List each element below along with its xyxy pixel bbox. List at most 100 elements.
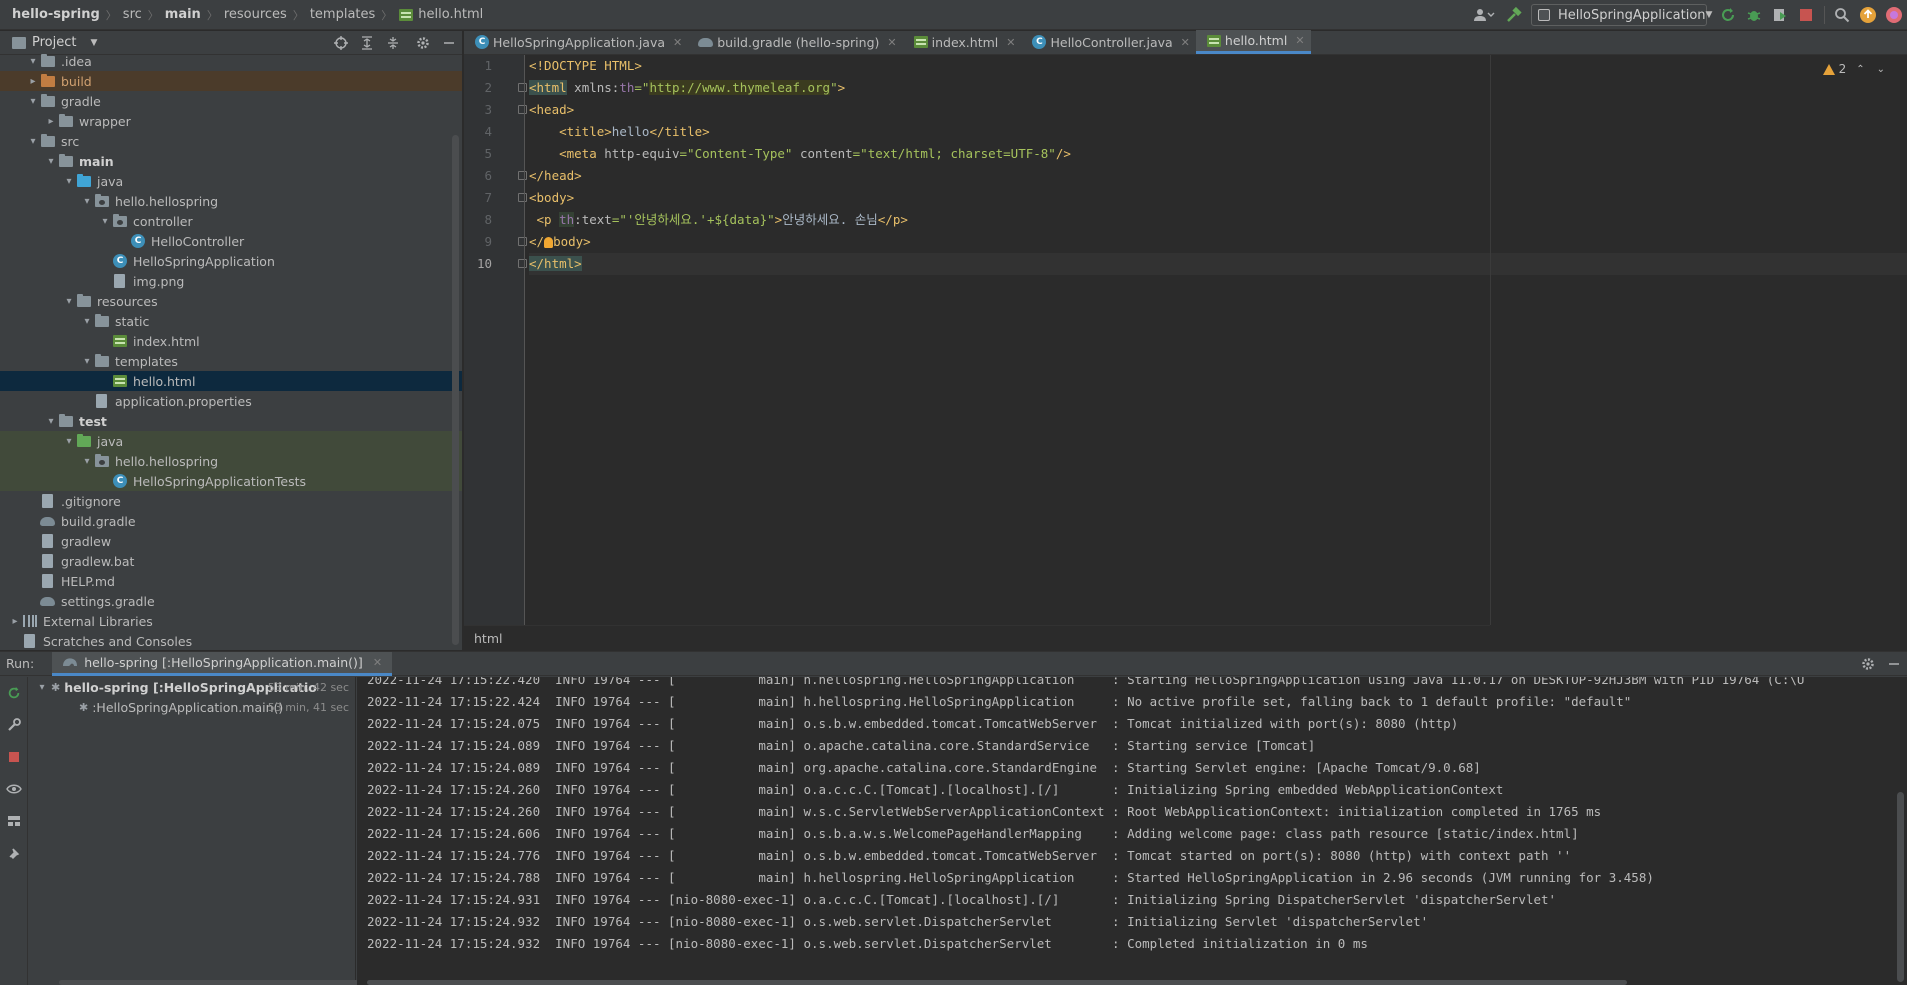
editor-tab[interactable]: index.html ✕ (903, 30, 1022, 54)
tree-item[interactable]: ▸ External Libraries (0, 611, 462, 631)
code-line[interactable]: <head> (529, 99, 574, 121)
tree-item[interactable]: ▾ hello.hellospring (0, 191, 462, 211)
tree-item[interactable]: HELP.md (0, 571, 462, 591)
code-line[interactable]: <html xmlns:th="http://www.thymeleaf.org… (529, 77, 845, 99)
code-line[interactable]: </head> (529, 165, 582, 187)
gear-icon[interactable] (1855, 652, 1881, 676)
code-line[interactable]: </html> (529, 253, 1907, 275)
tree-item[interactable]: ▾ src (0, 131, 462, 151)
tree-item[interactable]: C HelloSpringApplicationTests (0, 471, 462, 491)
code-line[interactable]: <p th:text="'안녕하세요.'+${data}">안녕하세요. 손님<… (529, 209, 908, 231)
tree-item[interactable]: C HelloController (0, 231, 462, 251)
editor-tab[interactable]: C HelloSpringApplication.java ✕ (464, 30, 688, 54)
tree-item[interactable]: ▸ build (0, 71, 462, 91)
tree-item[interactable]: ▾ resources (0, 291, 462, 311)
console-output[interactable]: 2022-11-24 17:15:22.420 INFO 19764 --- [… (357, 677, 1907, 985)
tree-item[interactable]: application.properties (0, 391, 462, 411)
tree-item[interactable]: gradlew.bat (0, 551, 462, 571)
fold-marker-icon[interactable] (518, 171, 527, 180)
close-icon[interactable]: ✕ (887, 36, 896, 49)
update-icon[interactable] (1855, 2, 1881, 28)
code-content[interactable]: <!DOCTYPE HTML> <html xmlns:th="http://ww… (529, 55, 1907, 625)
editor-tab[interactable]: build.gradle (hello-spring) ✕ (688, 30, 902, 54)
chevron-down-icon[interactable]: ▾ (62, 176, 76, 187)
stop-icon[interactable] (0, 741, 28, 773)
close-icon[interactable]: ✕ (373, 656, 382, 669)
chevron-down-icon[interactable]: ▾ (80, 456, 94, 467)
editor-breadcrumb[interactable]: html (464, 625, 1490, 650)
chevron-down-icon[interactable]: ▾ (80, 196, 94, 207)
chevron-down-icon[interactable]: ▾ (35, 682, 49, 693)
tree-item[interactable]: .gitignore (0, 491, 462, 511)
chevron-down-icon[interactable]: ▾ (98, 216, 112, 227)
search-icon[interactable] (1829, 2, 1855, 28)
tree-item[interactable]: C HelloSpringApplication (0, 251, 462, 271)
console-scrollbar[interactable] (1893, 677, 1907, 985)
close-icon[interactable]: ✕ (1295, 34, 1304, 47)
chevron-down-icon[interactable]: ▾ (62, 296, 76, 307)
console-scroll-thumb[interactable] (1897, 792, 1904, 982)
fold-marker-icon[interactable] (518, 237, 527, 246)
run-configuration-select[interactable]: HelloSpringApplication ▼ (1531, 4, 1712, 26)
tree-item[interactable]: index.html (0, 331, 462, 351)
tree-item[interactable]: ▾ static (0, 311, 462, 331)
chevron-down-icon[interactable]: ▾ (26, 136, 40, 147)
tree-item[interactable]: ▾ main (0, 151, 462, 171)
chevron-down-icon[interactable]: ▾ (62, 436, 76, 447)
breadcrumb-item[interactable]: templates (310, 7, 375, 22)
chevron-down-icon[interactable]: ▾ (44, 416, 58, 427)
fold-marker-icon[interactable] (518, 83, 527, 92)
tree-item[interactable]: ▾ test (0, 411, 462, 431)
editor-tab[interactable]: C HelloController.java ✕ (1021, 30, 1195, 54)
close-icon[interactable]: ✕ (673, 36, 682, 49)
tree-item[interactable]: ▾ .idea (0, 51, 462, 71)
run-tree-scrollbar[interactable] (59, 980, 359, 985)
debug-bug-icon[interactable] (1741, 2, 1767, 28)
wrench-icon[interactable] (0, 709, 28, 741)
tree-item[interactable]: build.gradle (0, 511, 462, 531)
chevron-down-icon[interactable]: ▾ (80, 316, 94, 327)
code-line[interactable]: <title>hello</title> (529, 121, 710, 143)
pin-icon[interactable] (0, 837, 28, 869)
tree-item[interactable]: hello.html (0, 371, 462, 391)
inspection-widget[interactable]: 2 ⌃ ⌄ (1822, 62, 1885, 76)
tree-item[interactable]: img.png (0, 271, 462, 291)
tree-item[interactable]: ▾ templates (0, 351, 462, 371)
run-with-coverage-icon[interactable] (1767, 2, 1793, 28)
minimize-icon[interactable] (1881, 652, 1907, 676)
breadcrumb-item[interactable]: hello.html (418, 7, 483, 22)
run-tree-item[interactable]: ▾ ✱ hello-spring [:HelloSpringApplicatio 53… (29, 677, 355, 697)
fold-marker-icon[interactable] (518, 259, 527, 268)
breadcrumb-item[interactable]: hello-spring (12, 7, 100, 22)
chevron-down-icon[interactable]: ▾ (44, 156, 58, 167)
stop-icon[interactable] (1793, 2, 1819, 28)
tree-item[interactable]: settings.gradle (0, 591, 462, 611)
jetbrains-logo-icon[interactable] (1881, 2, 1907, 28)
code-line[interactable]: <meta http-equiv="Content-Type" content=… (529, 143, 1071, 165)
build-hammer-icon[interactable] (1501, 2, 1527, 28)
eye-icon[interactable] (0, 773, 28, 805)
run-tree-item[interactable]: ✱:HelloSpringApplication.main() 53 min, 4… (29, 697, 355, 717)
chevron-right-icon[interactable]: ▸ (26, 76, 40, 87)
tree-item[interactable]: Scratches and Consoles (0, 631, 462, 650)
code-line[interactable]: <body> (529, 187, 574, 209)
tree-item[interactable]: ▾ controller (0, 211, 462, 231)
chevron-down-icon[interactable]: ▾ (26, 96, 40, 107)
chevron-down-icon[interactable]: ▾ (26, 56, 40, 67)
user-icon[interactable] (1467, 2, 1501, 28)
tree-item[interactable]: ▾ java (0, 431, 462, 451)
tree-item[interactable]: gradlew (0, 531, 462, 551)
code-line[interactable]: </ body> (529, 231, 591, 253)
fold-marker-icon[interactable] (518, 193, 527, 202)
run-tab[interactable]: hello-spring [:HelloSpringApplication.ma… (52, 651, 393, 676)
tree-item[interactable]: ▸ wrapper (0, 111, 462, 131)
breadcrumb-item[interactable]: src (123, 7, 142, 22)
code-line[interactable]: <!DOCTYPE HTML> (529, 55, 642, 77)
chevron-right-icon[interactable]: ▸ (8, 616, 22, 627)
close-icon[interactable]: ✕ (1006, 36, 1015, 49)
chevron-down-icon[interactable]: ▾ (80, 356, 94, 367)
chevron-down-icon[interactable]: ⌄ (1877, 64, 1885, 75)
breadcrumb-item[interactable]: resources (224, 7, 287, 22)
fold-marker-icon[interactable] (518, 105, 527, 114)
tree-item[interactable]: ▾ gradle (0, 91, 462, 111)
